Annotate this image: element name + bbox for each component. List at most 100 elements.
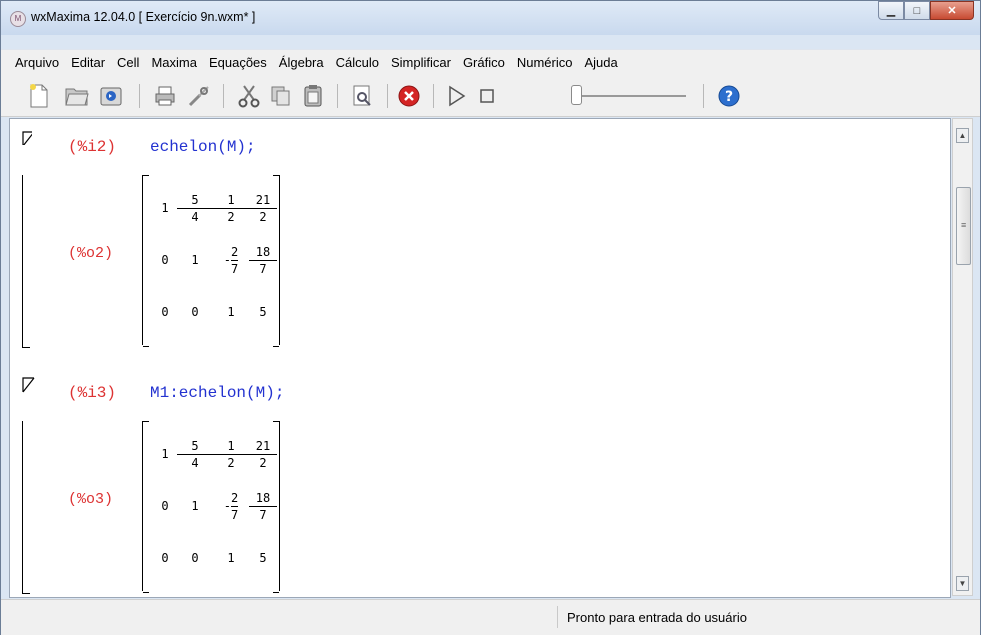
vertical-scrollbar[interactable]: ▲ ≡ ▼: [952, 118, 973, 596]
matrix-entry: 5: [259, 551, 267, 565]
cell-fold-triangle[interactable]: [22, 131, 32, 145]
animation-slider-thumb[interactable]: [571, 85, 582, 105]
matrix-fraction: 18 7: [249, 491, 277, 522]
menu-equacoes[interactable]: Equações: [203, 50, 273, 76]
fraction-numerator: 1: [227, 192, 235, 207]
scroll-up-arrow-icon[interactable]: ▲: [956, 128, 969, 143]
fraction-bar: [249, 505, 277, 507]
matrix-fraction: 12: [213, 439, 249, 470]
menu-bar: Arquivo Editar Cell Maxima Equações Álge…: [1, 49, 980, 76]
find-icon[interactable]: [351, 84, 375, 108]
matrix-entry: 1: [227, 305, 235, 319]
fraction-denominator: 2: [227, 209, 235, 224]
paste-icon[interactable]: [301, 84, 325, 108]
menu-arquivo[interactable]: Arquivo: [9, 50, 65, 76]
window-controls: ▁ □ ✕: [878, 1, 974, 21]
matrix-fraction: 27: [231, 245, 239, 276]
fraction-bar: [231, 505, 239, 507]
matrix-entry: 1: [191, 253, 199, 267]
menu-ajuda[interactable]: Ajuda: [578, 50, 623, 76]
matrix-fraction: 12: [213, 193, 249, 224]
scrollbar-thumb[interactable]: ≡: [956, 187, 971, 265]
print-icon[interactable]: [153, 84, 177, 108]
fraction-denominator: 4: [191, 455, 199, 470]
menu-calculo[interactable]: Cálculo: [330, 50, 385, 76]
input-code[interactable]: echelon(M);: [150, 138, 256, 156]
matrix-row: 0 1 - 27 18 7: [153, 237, 277, 283]
fraction-denominator: 7: [259, 507, 267, 522]
fraction-denominator: 7: [231, 507, 239, 522]
fraction-denominator: 7: [259, 261, 267, 276]
stop-icon[interactable]: [475, 84, 499, 108]
play-icon[interactable]: [445, 84, 469, 108]
fraction-numerator: 5: [191, 438, 199, 453]
fraction-numerator: 5: [191, 192, 199, 207]
menu-numerico[interactable]: Numérico: [511, 50, 579, 76]
toolbar-separator: [139, 84, 140, 108]
maximize-button[interactable]: □: [904, 1, 930, 20]
matrix-fraction: 21 2: [249, 193, 277, 224]
matrix-entry: 0: [191, 551, 199, 565]
input-code[interactable]: M1:echelon(M);: [150, 384, 284, 402]
interrupt-icon[interactable]: [397, 84, 421, 108]
input-label: (%i3): [68, 384, 117, 402]
menu-algebra[interactable]: Álgebra: [273, 50, 330, 76]
fraction-bar: [213, 453, 249, 455]
animation-slider-track[interactable]: [576, 95, 686, 97]
new-document-icon[interactable]: [27, 84, 51, 108]
toolbar-separator: [703, 84, 704, 108]
minimize-button[interactable]: ▁: [878, 1, 904, 20]
fraction-sign: -: [223, 253, 231, 267]
matrix-entry: 0: [161, 499, 169, 513]
fraction-numerator: 18: [255, 244, 271, 259]
cell-fold-triangle[interactable]: [22, 377, 36, 393]
cell-bracket[interactable]: [22, 175, 30, 348]
worksheet-document[interactable]: (%i2) echelon(M); (%o2) 1 54 12 21 2 0 1 …: [9, 118, 951, 598]
open-folder-icon[interactable]: [65, 84, 89, 108]
matrix-entry: 5: [259, 305, 267, 319]
status-text: Pronto para entrada do usuário: [567, 610, 747, 625]
fraction-numerator: 21: [255, 192, 271, 207]
output-label: (%o2): [68, 245, 114, 262]
cell-bracket[interactable]: [22, 421, 30, 594]
title-bar[interactable]: M wxMaxima 12.04.0 [ Exercício 9n.wxm* ]…: [1, 1, 980, 35]
help-icon[interactable]: ?: [717, 84, 741, 108]
fraction-denominator: 2: [259, 209, 267, 224]
wxmaxima-window: M wxMaxima 12.04.0 [ Exercício 9n.wxm* ]…: [0, 0, 981, 635]
preferences-icon[interactable]: [187, 84, 211, 108]
matrix-entry: 1: [191, 499, 199, 513]
matrix-row: 0 0 1 5: [153, 289, 277, 335]
fraction-denominator: 7: [231, 261, 239, 276]
matrix-fraction: 27: [231, 491, 239, 522]
matrix-entry: 0: [191, 305, 199, 319]
worksheet-cell-i3[interactable]: (%i3) M1:echelon(M); (%o3) 1 54 12 21 2 0…: [10, 377, 940, 597]
menu-simplificar[interactable]: Simplificar: [385, 50, 457, 76]
menu-grafico[interactable]: Gráfico: [457, 50, 511, 76]
matrix-row: 1 54 12 21 2: [153, 185, 277, 231]
matrix-entry: 1: [161, 447, 169, 461]
matrix-fraction: 54: [177, 193, 213, 224]
close-button[interactable]: ✕: [930, 1, 974, 20]
save-icon[interactable]: [99, 84, 123, 108]
scroll-down-arrow-icon[interactable]: ▼: [956, 576, 969, 591]
matrix-entry: 1: [161, 201, 169, 215]
fraction-bar: [231, 259, 239, 261]
matrix-signed-fraction: - 27: [213, 491, 249, 522]
fraction-denominator: 4: [191, 209, 199, 224]
toolbar-separator: [433, 84, 434, 108]
worksheet-cell-i2[interactable]: (%i2) echelon(M); (%o2) 1 54 12 21 2 0 1 …: [10, 131, 940, 351]
matrix-fraction: 18 7: [249, 245, 277, 276]
copy-icon[interactable]: [269, 84, 293, 108]
toolbar-separator: [337, 84, 338, 108]
menu-maxima[interactable]: Maxima: [145, 50, 203, 76]
fraction-bar: [249, 207, 277, 209]
menu-editar[interactable]: Editar: [65, 50, 111, 76]
wxmaxima-app-icon[interactable]: M: [10, 11, 26, 27]
menu-cell[interactable]: Cell: [111, 50, 145, 76]
fraction-denominator: 2: [259, 455, 267, 470]
output-label: (%o3): [68, 491, 114, 508]
matrix-fraction: 54: [177, 439, 213, 470]
fraction-sign: -: [223, 499, 231, 513]
fraction-numerator: 21: [255, 438, 271, 453]
cut-icon[interactable]: [237, 84, 261, 108]
